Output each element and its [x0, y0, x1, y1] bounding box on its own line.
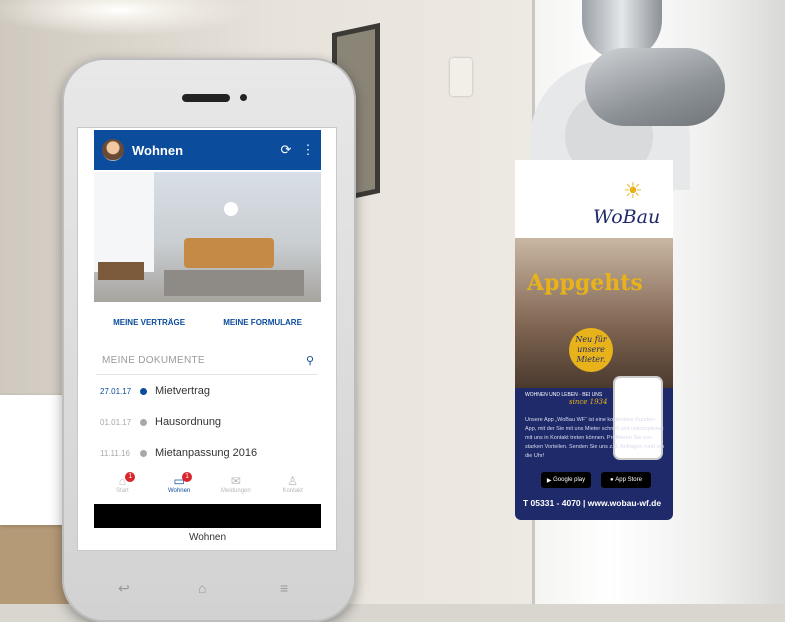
page-title: Wohnen [132, 142, 184, 158]
list-item[interactable]: 27.01.17 Mietvertrag [100, 380, 320, 402]
notification-badge: 1 [182, 472, 193, 482]
stamp-line: Mieter. [576, 355, 606, 364]
status-dot [140, 387, 147, 395]
status-dot [140, 418, 147, 426]
tab-formulare[interactable]: MEINE FORMULARE [221, 314, 304, 331]
hanger-stamp: Neu für unsere Mieter. [569, 328, 613, 372]
document-date: 27.01.17 [100, 386, 132, 396]
nav-kontakt[interactable]: ♙ Kontakt [264, 474, 321, 504]
hanger-header: ☀ WoBau [515, 160, 673, 238]
google-play-label: Google play [553, 477, 586, 483]
avatar[interactable] [102, 139, 124, 161]
nav-label: Wohnen [168, 488, 191, 494]
hanger-slogan: Appgehts [527, 270, 643, 296]
nav-label: Start [116, 488, 129, 494]
status-dot [140, 449, 147, 457]
tab-vertraege[interactable]: MEINE VERTRÄGE [111, 314, 187, 331]
stamp-line: unsere [577, 345, 605, 354]
list-item[interactable]: 01.01.17 Hausordnung [100, 411, 320, 433]
door-hanger-card: ☀ WoBau Appgehts Neu für unsere Mieter. … [515, 160, 673, 520]
document-title: Hausordnung [155, 416, 222, 428]
home-button-icon[interactable]: ⌂ [198, 580, 206, 596]
hanger-brand: WoBau [593, 206, 661, 228]
refresh-icon[interactable]: ⟳ [277, 142, 295, 158]
light-switch [450, 58, 472, 96]
list-item[interactable]: 11.11.16 Mietanpassung 2016 [100, 442, 320, 464]
screen-caption: Wohnen [188, 532, 227, 543]
phone-speaker [182, 94, 230, 102]
photo-sofa [184, 238, 274, 268]
nav-wohnen[interactable]: ▭ 1 Wohnen [151, 472, 208, 504]
menu-lines-icon[interactable]: ≡ [280, 580, 288, 596]
nav-label: Meldungen [221, 488, 251, 494]
sun-logo-icon: ☀ [623, 178, 643, 203]
document-title: Mietanpassung 2016 [155, 447, 258, 459]
document-search[interactable]: MEINE DOKUMENTE ⚲ [96, 346, 318, 375]
document-date: 01.01.17 [100, 417, 132, 427]
phone-screen: Wohnen ⟳ ⋮ MEINE VERTRÄGE MEINE FORMULAR… [78, 128, 336, 550]
document-date: 11.11.16 [100, 448, 130, 458]
hanger-since: since 1934 [569, 398, 608, 406]
mail-icon: ✉ [230, 474, 241, 488]
tab-bar: MEINE VERTRÄGE MEINE FORMULARE [94, 314, 321, 331]
app-store-badge: ● App Store [601, 472, 651, 488]
bottom-navigation: ⌂ 1 Start ▭ 1 Wohnen ✉ Meldungen ♙ Konta… [94, 472, 321, 504]
search-input[interactable]: MEINE DOKUMENTE [96, 355, 302, 366]
app-store-label: App Store [615, 477, 642, 483]
app-bar: Wohnen ⟳ ⋮ [94, 130, 321, 170]
back-icon[interactable]: ↩ [118, 580, 130, 597]
nav-start[interactable]: ⌂ 1 Start [94, 472, 151, 504]
notification-badge: 1 [125, 472, 136, 482]
apartment-photo [94, 172, 321, 302]
phone-camera [240, 94, 247, 101]
nav-label: Kontakt [282, 488, 303, 494]
person-icon: ♙ [287, 474, 298, 488]
photo-lamp [224, 202, 238, 216]
nav-meldungen[interactable]: ✉ Meldungen [208, 474, 265, 504]
photo-rug [164, 270, 304, 296]
hanger-blurb: Unsere App „WoBau WF“ ist eine kostenlos… [525, 417, 665, 459]
black-bar [94, 504, 321, 528]
search-icon[interactable]: ⚲ [302, 354, 318, 367]
hanger-footer: T 05331 - 4070 | www.wobau-wf.de [523, 498, 662, 508]
more-vert-icon[interactable]: ⋮ [299, 142, 317, 158]
photo-window [94, 172, 154, 272]
google-play-badge: ▶ Google play [541, 472, 591, 488]
document-title: Mietvertrag [155, 385, 211, 397]
white-cabinet [0, 395, 66, 525]
photo-table [98, 262, 144, 280]
stamp-line: Neu für [575, 335, 607, 344]
door-lever [585, 48, 725, 126]
